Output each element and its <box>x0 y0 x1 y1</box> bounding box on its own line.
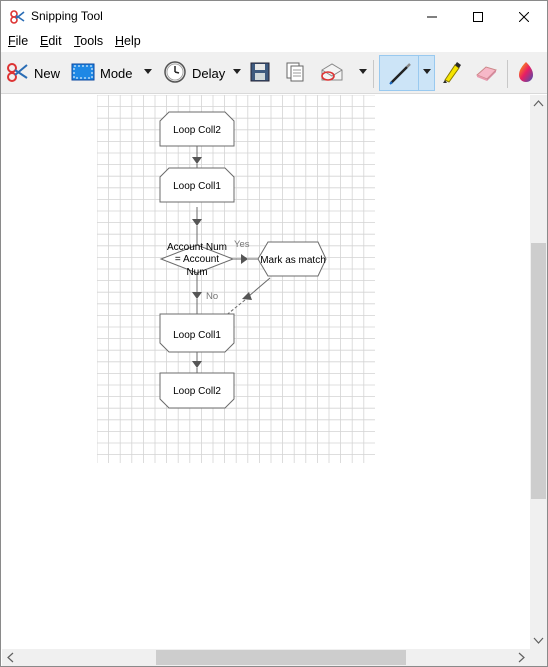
toolbar-separator-2 <box>507 60 508 88</box>
scroll-right-icon[interactable] <box>513 649 530 666</box>
copy-icon <box>284 61 306 86</box>
edge-n2-n3 <box>192 207 202 245</box>
decision-label-line-3: Num <box>186 267 207 278</box>
paint3d-icon <box>516 60 536 87</box>
scrollbar-corner <box>530 649 547 666</box>
eraser-button[interactable] <box>474 58 498 88</box>
scroll-up-icon[interactable] <box>530 95 547 112</box>
edge-yes <box>233 254 258 264</box>
new-snip-icon <box>5 60 29 87</box>
paint3d-button[interactable] <box>516 58 536 88</box>
send-snip-button[interactable] <box>319 58 345 88</box>
node-label: Mark as match <box>260 255 326 266</box>
vertical-scroll-thumb[interactable] <box>531 243 546 499</box>
window-title: Snipping Tool <box>31 9 103 23</box>
mode-dropdown-arrow-icon[interactable] <box>144 69 152 74</box>
delay-dropdown-arrow-icon[interactable] <box>233 69 241 74</box>
close-button[interactable] <box>501 1 547 32</box>
copy-button[interactable] <box>284 58 306 88</box>
flow-node-decision: Account Num = Account Num <box>159 242 235 278</box>
minimize-icon <box>427 16 437 17</box>
send-dropdown-arrow-icon[interactable] <box>359 69 367 74</box>
pen-button-divider <box>418 55 419 91</box>
rectangle-mode-icon <box>71 62 95 85</box>
highlighter-icon <box>439 60 463 87</box>
node-label: Loop Coll1 <box>173 330 221 341</box>
maximize-icon <box>473 11 483 22</box>
pen-dropdown-arrow-icon[interactable] <box>423 69 431 74</box>
new-button[interactable]: New <box>5 58 60 88</box>
mode-button-label: Mode <box>100 65 133 81</box>
vertical-scrollbar[interactable] <box>530 95 547 649</box>
toolbar: New Mode Delay <box>1 52 547 94</box>
flow-node-loop-coll2-bottom: Loop Coll2 <box>159 372 235 409</box>
menu-file[interactable]: File <box>8 34 28 48</box>
captured-snip-image: Yes No Loop Coll2 Loop Coll1 Account Num… <box>97 95 375 463</box>
snipping-tool-app-icon <box>9 9 25 25</box>
menu-bar: File Edit Tools Help <box>1 32 547 52</box>
toolbar-separator <box>373 60 374 88</box>
mode-button[interactable]: Mode <box>71 58 133 88</box>
close-icon <box>519 11 529 22</box>
horizontal-scroll-thumb[interactable] <box>156 650 406 665</box>
edge-label-no: No <box>206 291 218 302</box>
delay-button-label: Delay <box>192 65 226 81</box>
pen-icon <box>387 61 413 90</box>
node-label: Loop Coll1 <box>173 181 221 192</box>
edge-no <box>192 273 202 314</box>
scroll-down-icon[interactable] <box>530 632 547 649</box>
pen-button-icon-wrap <box>387 60 413 90</box>
node-label: Loop Coll2 <box>173 125 221 136</box>
scroll-left-icon[interactable] <box>2 649 19 666</box>
snipping-tool-window: Snipping Tool File Edit Tools Help New M… <box>0 0 548 667</box>
eraser-icon <box>474 60 498 87</box>
horizontal-scrollbar[interactable] <box>2 649 530 666</box>
envelope-icon <box>319 61 345 86</box>
decision-label-line-2: = Account <box>175 254 219 265</box>
grid-background <box>97 95 375 463</box>
clock-icon <box>163 60 187 87</box>
edge-label-yes: Yes <box>234 239 250 250</box>
flow-node-mark-as-match: Mark as match <box>257 241 327 277</box>
menu-help[interactable]: Help <box>115 34 141 48</box>
flow-node-loop-coll1-top: Loop Coll1 <box>159 167 235 203</box>
title-bar: Snipping Tool <box>1 1 547 32</box>
node-label: Loop Coll2 <box>173 386 221 397</box>
delay-button[interactable]: Delay <box>163 58 225 88</box>
save-snip-button[interactable] <box>249 58 271 88</box>
decision-label-line-1: Account Num <box>167 242 227 253</box>
maximize-button[interactable] <box>455 1 501 32</box>
menu-tools[interactable]: Tools <box>74 34 103 48</box>
new-button-label: New <box>34 65 61 81</box>
minimize-button[interactable] <box>409 1 455 32</box>
highlighter-button[interactable] <box>439 58 463 88</box>
flow-node-loop-coll1-bottom: Loop Coll1 <box>159 313 235 353</box>
flow-node-loop-coll2-top: Loop Coll2 <box>159 111 235 147</box>
save-icon <box>249 61 271 86</box>
menu-edit[interactable]: Edit <box>40 34 62 48</box>
